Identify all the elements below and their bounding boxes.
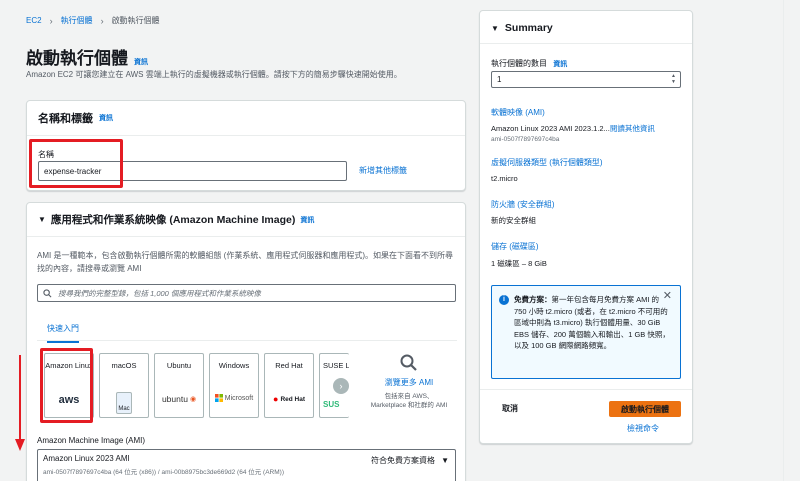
os-tile-label: Ubuntu [166,361,192,370]
mac-logo-icon: Mac [100,392,148,414]
os-tile-red-hat[interactable]: Red Hat ● Red Hat [264,353,314,418]
close-icon[interactable]: ✕ [663,290,672,303]
ami-info-link[interactable]: 資訊 [300,215,314,225]
redhat-logo-icon: ● Red Hat [273,394,305,404]
breadcrumb-ec2[interactable]: EC2 [26,16,42,25]
name-field-label: 名稱 [38,150,54,159]
os-tile-label: Red Hat [275,361,303,370]
ami-read-more-link[interactable]: 閱讀其他資訊 [610,124,655,133]
caret-down-icon: ▼ [491,23,499,33]
divider [480,389,692,390]
browse-more-label[interactable]: 瀏覽更多 AMI [369,377,449,388]
tab-quick-start[interactable]: 快速入門 [47,323,79,343]
chevron-right-icon: › [49,15,53,26]
ami-selected-id: ami-0507f7897697c4ba (64 位元 (x86)) / ami… [43,469,284,476]
ami-panel-header[interactable]: ▼ 應用程式和作業系統映像 (Amazon Machine Image) 資訊 [27,203,465,237]
name-and-tags-panel: 名稱和標籤 資訊 名稱 新增其他標籤 [26,100,466,191]
breadcrumb-current: 啟動執行個體 [111,16,160,25]
firewall-link[interactable]: 防火牆 (安全群組) [491,199,555,210]
instance-type-link[interactable]: 虛擬伺服器類型 (執行個體類型) [491,157,603,168]
ami-panel: ▼ 應用程式和作業系統映像 (Amazon Machine Image) 資訊 … [26,202,466,481]
page-title-text: 啟動執行個體 [26,49,128,68]
page-title: 啟動執行個體 資訊 [26,44,148,69]
breadcrumb-instances[interactable]: 執行個體 [61,15,93,26]
search-icon [43,288,52,297]
instance-count-input[interactable]: 1 ▲ ▼ [491,71,681,88]
divider [480,43,692,44]
ami-select[interactable]: Amazon Linux 2023 AMI ami-0507f7897697c4… [37,449,456,481]
os-tile-label: macOS [111,361,137,370]
scrollbar[interactable] [783,0,800,481]
summary-title: Summary [504,22,553,34]
scroll-right-button[interactable]: › [333,378,349,394]
ami-summary-value: Amazon Linux 2023 AMI 2023.1.2...閱讀其他資訊 [491,124,655,133]
ami-panel-title: 應用程式和作業系統映像 (Amazon Machine Image) [50,214,296,226]
summary-header[interactable]: ▼ Summary [491,22,553,34]
os-tile-label: Amazon Linux [45,361,93,370]
review-commands-link[interactable]: 檢視命令 [627,423,659,434]
ami-select-label: Amazon Machine Image (AMI) [37,436,146,445]
instance-count-label: 執行個體的數目 資訊 [491,59,568,68]
free-tier-badge: 符合免費方案資格 [371,456,435,465]
ami-description: AMI 是一種範本，包含啟動執行個體所需的軟體組態 (作業系統、應用程式伺服器和… [37,251,453,273]
cancel-button[interactable]: 取消 [502,403,518,414]
browse-more-amis[interactable]: 瀏覽更多 AMI 包括來自 AWS、Marketplace 和社群的 AMI [369,353,449,410]
os-tile-windows[interactable]: Windows Microsoft [209,353,259,418]
os-tile-label: Windows [218,361,250,370]
page-info-link[interactable]: 資訊 [134,57,148,67]
os-tile-amazon-linux[interactable]: Amazon Linux aws [44,353,94,418]
name-info-link[interactable]: 資訊 [99,113,113,123]
ami-tabs: 快速入門 [37,315,457,343]
microsoft-logo-icon: Microsoft [210,394,258,402]
name-panel-title: 名稱和標籤 [38,113,93,125]
firewall-value: 新的安全群組 [491,216,536,225]
ami-summary-link[interactable]: 軟體映像 (AMI) [491,107,545,118]
caret-down-icon: ▼ [38,215,46,224]
suse-logo-icon: SUS [323,400,340,409]
ami-summary-id: ami-0507f7897697c4ba [491,136,560,143]
ami-search-input[interactable]: 搜尋我們的完整型錄，包括 1,000 個應用程式和作業系統映像 [37,284,456,302]
chevron-right-icon: › [100,15,104,26]
free-tier-title: 免費方案： [514,295,552,304]
caret-down-icon: ▼ [441,456,449,465]
os-tile-label: SUSE Li [323,361,349,370]
browse-more-subtitle: 包括來自 AWS、Marketplace 和社群的 AMI [370,393,448,409]
storage-link[interactable]: 儲存 (磁碟區) [491,241,539,252]
chevron-right-icon: › [339,381,343,391]
count-info-link[interactable]: 資訊 [553,61,567,68]
summary-panel: ▼ Summary 執行個體的數目 資訊 1 ▲ ▼ 軟體映像 (AMI) Ama… [479,10,693,444]
os-tile-macos[interactable]: macOS Mac [99,353,149,418]
free-tier-alert: i ✕ 免費方案：第一年包含每月免費方案 AMI 的 750 小時 t2.mic… [491,285,681,379]
add-tags-link[interactable]: 新增其他標籤 [359,165,407,176]
name-input[interactable] [38,161,347,181]
search-icon [400,354,417,371]
arrow-down-icon [15,355,25,451]
page-description: Amazon EC2 可讓您建立在 AWS 雲端上執行的虛擬機器或執行個體。請按… [26,70,402,79]
storage-value: 1 磁碟區 – 8 GiB [491,259,547,268]
launch-instance-button[interactable]: 啟動執行個體 [609,401,681,417]
spinner-icon[interactable]: ▲ ▼ [671,73,676,85]
search-placeholder: 搜尋我們的完整型錄，包括 1,000 個應用程式和作業系統映像 [58,288,261,298]
instance-type-value: t2.micro [491,174,518,183]
aws-logo-icon: aws [58,394,80,406]
info-icon: i [499,295,509,305]
breadcrumb: EC2 › 執行個體 › 啟動執行個體 [26,15,160,26]
os-tile-ubuntu[interactable]: Ubuntu ubuntu ◉ [154,353,204,418]
name-panel-header: 名稱和標籤 資訊 [27,101,465,136]
ubuntu-logo-icon: ubuntu ◉ [161,394,197,404]
